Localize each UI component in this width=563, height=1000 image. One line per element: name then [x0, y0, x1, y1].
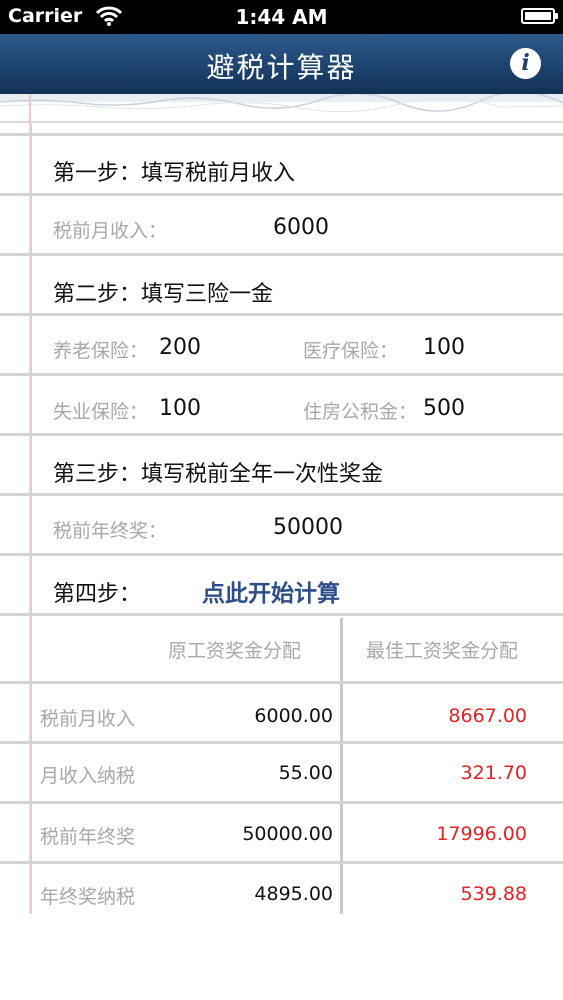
original-value: 50000.00: [242, 823, 333, 845]
table-row: 月收入纳税 55.00 321.70: [0, 744, 563, 804]
top-rule: [0, 124, 563, 136]
calculate-button[interactable]: 点此开始计算: [202, 574, 340, 608]
unemployment-input[interactable]: 100: [159, 396, 201, 421]
best-value: 17996.00: [436, 823, 527, 845]
monthly-income-row: 税前月收入： 6000: [0, 196, 563, 256]
status-bar: Carrier 1:44 AM: [0, 0, 563, 34]
best-allocation-header: 最佳工资奖金分配: [366, 640, 519, 662]
original-value: 4895.00: [254, 883, 333, 905]
step2-title: 第二步：填写三险一金: [53, 282, 274, 307]
monthly-income-label: 税前月收入：: [53, 220, 168, 242]
best-value: 321.70: [460, 762, 527, 784]
best-value: 539.88: [460, 883, 527, 905]
row-label: 税前月收入: [40, 708, 136, 730]
row-label: 年终奖纳税: [40, 886, 136, 908]
step1-title: 第一步：填写税前月收入: [53, 161, 296, 186]
navigation-bar: 避税计算器 i: [0, 34, 563, 95]
original-allocation-header: 原工资奖金分配: [168, 640, 302, 662]
original-value: 55.00: [278, 762, 333, 784]
notebook-page: 第一步：填写税前月收入 税前月收入： 6000 第二步：填写三险一金 养老保险：…: [0, 124, 563, 1000]
info-icon[interactable]: i: [510, 48, 541, 79]
step3-row: 第三步：填写税前全年一次性奖金: [0, 436, 563, 496]
housing-fund-label: 住房公积金：: [303, 401, 418, 423]
step4-row: 第四步： 点此开始计算: [0, 556, 563, 616]
bonus-row: 税前年终奖： 50000: [0, 496, 563, 556]
unemployment-label: 失业保险：: [53, 401, 149, 423]
bonus-input[interactable]: 50000: [273, 515, 343, 540]
row-label: 税前年终奖: [40, 826, 136, 848]
paper-edge: [0, 91, 563, 124]
insurance-row-1: 养老保险： 200 医疗保险： 100: [0, 316, 563, 376]
pension-label: 养老保险：: [53, 340, 149, 362]
step3-title: 第三步：填写税前全年一次性奖金: [53, 462, 384, 487]
bonus-label: 税前年终奖：: [53, 520, 168, 542]
insurance-row-2: 失业保险： 100 住房公积金： 500: [0, 376, 563, 436]
clock: 1:44 AM: [235, 5, 328, 29]
best-value: 8667.00: [448, 705, 527, 727]
monthly-income-input[interactable]: 6000: [273, 215, 329, 240]
results-header-row: 原工资奖金分配 最佳工资奖金分配: [0, 616, 563, 684]
medical-input[interactable]: 100: [423, 335, 465, 360]
step2-row: 第二步：填写三险一金: [0, 256, 563, 316]
battery-icon: [521, 8, 558, 24]
page-title: 避税计算器: [206, 51, 357, 84]
housing-fund-input[interactable]: 500: [423, 396, 465, 421]
pension-input[interactable]: 200: [159, 335, 201, 360]
table-row: 年终奖纳税 4895.00 539.88: [0, 864, 563, 924]
table-row: 税前月收入 6000.00 8667.00: [0, 684, 563, 744]
medical-label: 医疗保险：: [303, 340, 399, 362]
original-value: 6000.00: [254, 705, 333, 727]
step1-row: 第一步：填写税前月收入: [0, 136, 563, 196]
row-label: 月收入纳税: [40, 765, 136, 787]
table-row: 税前年终奖 50000.00 17996.00: [0, 804, 563, 864]
step4-title: 第四步：: [53, 582, 142, 607]
